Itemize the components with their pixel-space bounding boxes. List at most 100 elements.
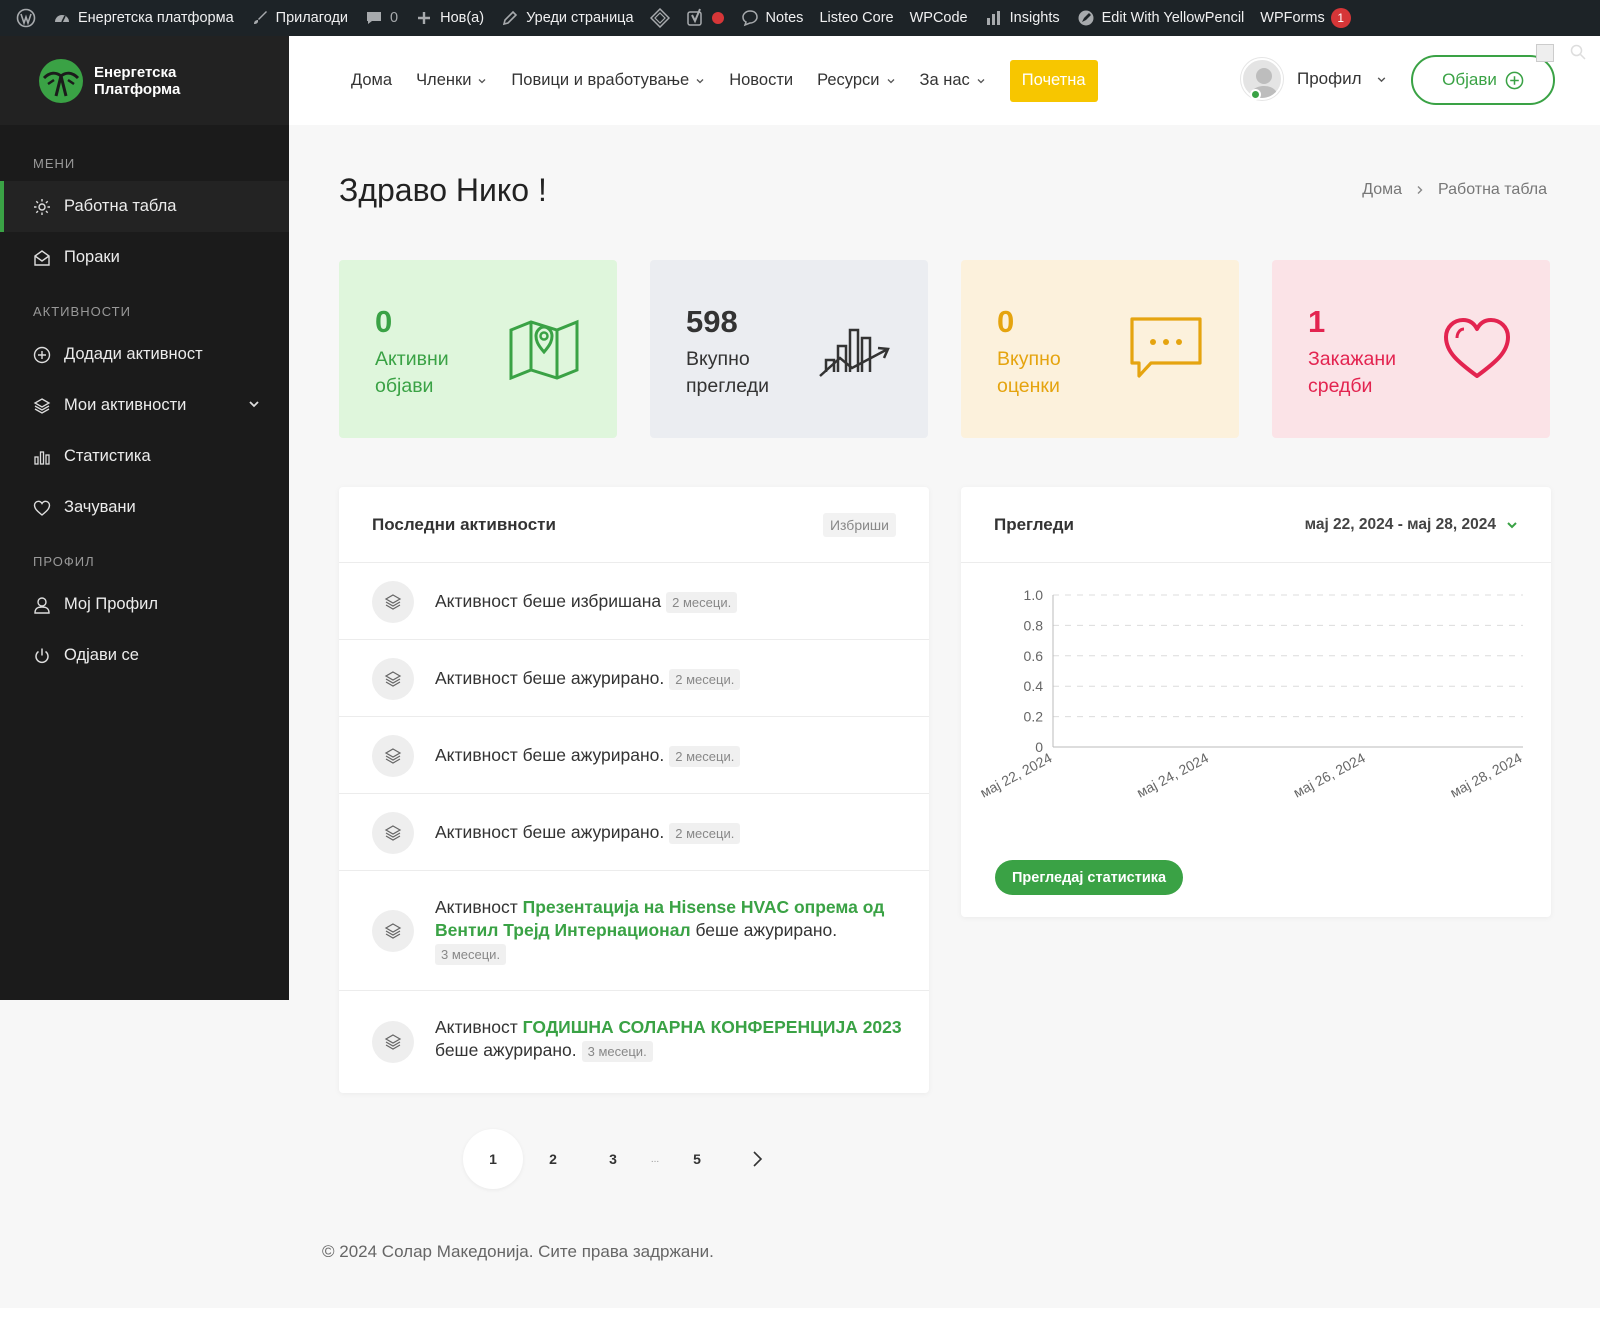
online-status-dot [1250,89,1261,100]
layers-icon [33,397,51,415]
comments-menu[interactable]: 0 [356,0,406,36]
y-tick-label: 0.2 [1024,709,1044,725]
activity-prefix: Активност [435,897,523,917]
comments-count: 0 [390,10,399,26]
site-header: Дома Членки Повици и вработување Новости… [289,36,1600,125]
time-badge: 2 месеци. [669,668,741,690]
sidebar-item-my-activities[interactable]: Мои активности [0,380,289,431]
publish-button[interactable]: Објави [1411,55,1555,105]
breadcrumb-home[interactable]: Дома [1362,181,1402,199]
insights-menu[interactable]: Insights [976,0,1068,36]
site-logo[interactable]: Енергетска Платформа [0,36,289,125]
chevron-down-icon [1507,521,1517,528]
activity-prefix: Активност беше избришана [435,590,662,611]
nav-item-home[interactable]: Дома [351,71,392,90]
views-card: Прегледи мај 22, 2024 - мај 28, 2024 0 0.… [961,487,1551,917]
card-title: Прегледи [994,514,1074,534]
activity-prefix: Активност беше ажурирано. [435,744,665,765]
stat-label: Активни објави [375,348,449,397]
sidebar-item-saved[interactable]: Зачувани [0,482,289,533]
comment-icon [364,8,384,28]
customize-menu[interactable]: Прилагоди [242,0,356,36]
search-icon[interactable] [1570,44,1586,60]
profile-menu[interactable]: Профил [1241,58,1387,100]
time-badge: 3 месеци. [581,1041,653,1062]
clear-activities-button[interactable]: Избриши [822,512,896,537]
site-name-menu[interactable]: Енергетска платформа [44,0,242,36]
wp-logo-menu[interactable] [8,0,44,36]
stat-card-active-listings: 0 Активни објави [339,260,617,438]
diamond-plugin-menu[interactable] [642,0,678,36]
stat-label: Вкупно прегледи [686,348,769,397]
layers-icon [372,657,414,700]
nav-item-resources[interactable]: Ресурси [817,71,895,90]
listeo-core-label: Listeo Core [819,10,894,26]
chevron-down-icon [696,78,704,83]
page-link-2[interactable]: 2 [523,1129,583,1189]
nav-label: Дома [351,71,393,89]
page-link-3[interactable]: 3 [583,1129,643,1189]
stat-card-booked-meetings: 1 Закажани средби [1272,260,1550,438]
date-range-picker[interactable]: мај 22, 2024 - мај 28, 2024 [1305,516,1518,534]
nav-item-members[interactable]: Членки [416,71,487,90]
wpcode-menu[interactable]: WPCode [902,0,976,36]
activity-row: Активност беше ажурирано. 2 месеци. [339,794,929,871]
notes-menu[interactable]: Notes [732,0,812,36]
diamond-icon [649,8,670,28]
activity-prefix: Активност [435,1017,523,1037]
nav-label: Повици и вработување [511,71,690,89]
nav-item-calls[interactable]: Повици и вработување [511,71,705,90]
activity-link[interactable]: ГОДИШНА СОЛАРНА КОНФЕРЕНЦИЈА 2023 [523,1017,902,1037]
sidebar-item-my-profile[interactable]: Мој Профил [0,579,289,630]
chevron-right-icon [753,1151,763,1167]
edit-page-label: Уреди страница [526,10,634,26]
chevron-down-icon[interactable] [247,397,261,411]
sidebar-item-statistics[interactable]: Статистика [0,431,289,482]
nav-item-start[interactable]: Почетна [1009,59,1098,102]
nav-item-news[interactable]: Новости [729,71,793,90]
pagination-ellipsis: ... [650,1153,660,1165]
nav-item-about[interactable]: За нас [920,71,986,90]
activity-text: Активност беше ажурирано. 2 месеци. [435,667,905,691]
plus-circle-icon [1505,71,1524,89]
view-statistics-button[interactable]: Прегледај статистика [995,860,1184,895]
x-tick-label: мај 22, 2024 [977,749,1054,800]
views-line-chart: 00.20.40.60.81.0мај 22, 2024 мај 24, 2024… [977,587,1524,801]
edit-page-menu[interactable]: Уреди страница [492,0,641,36]
sidebar-item-add-activity[interactable]: Додади активност [0,329,289,380]
y-tick-label: 0.4 [1024,678,1044,694]
listeo-core-menu[interactable]: Listeo Core [811,0,901,36]
wpforms-menu[interactable]: WPForms 1 [1252,0,1358,36]
page-link-5[interactable]: 5 [667,1129,727,1189]
activity-row: Активност беше ажурирано. 2 месеци. [339,717,929,794]
section-activities-heading: АКТИВНОСТИ [33,304,131,319]
section-menu-heading: МЕНИ [33,156,76,171]
y-tick-label: 0.8 [1024,617,1044,633]
new-content-menu[interactable]: Нов(а) [406,0,492,36]
stat-value: 1 [1308,304,1326,339]
page-bottom [0,1308,1600,1336]
layers-icon [372,910,414,952]
card-title: Последни активности [372,514,556,534]
breadcrumb-current: Работна табла [1438,181,1547,198]
sidebar-item-label: Работна табла [64,197,177,215]
bar-chart-icon [984,8,1004,28]
page-link-1[interactable]: 1 [463,1129,523,1189]
yellowpencil-menu[interactable]: Edit With YellowPencil [1068,0,1253,36]
insights-label: Insights [1009,10,1060,26]
sidebar-item-messages[interactable]: Пораки [0,232,289,283]
sidebar-item-dashboard[interactable]: Работна табла [0,181,289,232]
next-page-button[interactable] [727,1129,787,1189]
sidebar-item-logout[interactable]: Одјави се [0,630,289,681]
chevron-down-icon [478,78,486,83]
stat-value: 598 [686,304,738,339]
nav-label: Ресурси [817,71,880,89]
pencil-icon [500,8,520,28]
card-header: Последни активности Избриши [339,487,929,563]
layers-icon [372,734,414,777]
heart-icon [33,499,51,517]
yoast-menu[interactable] [678,0,732,36]
nav-label: Новости [729,71,794,89]
chat-bubble-icon [1130,317,1202,378]
sidebar-item-label: Мој Профил [64,595,158,613]
